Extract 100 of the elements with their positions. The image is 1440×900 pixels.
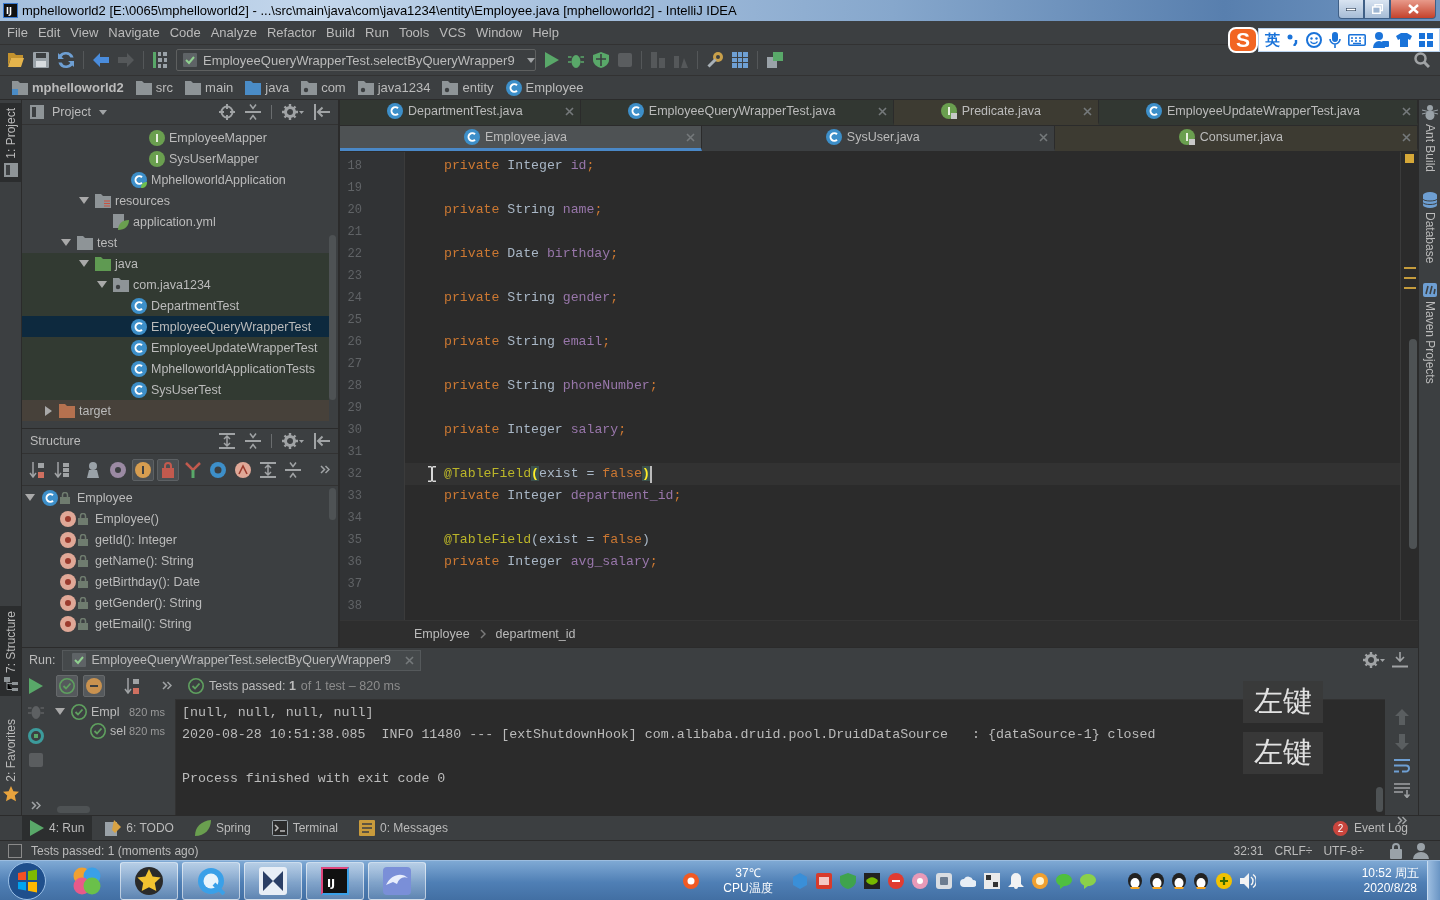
breadcrumb-item[interactable]: com <box>299 80 348 95</box>
input-mode-toggle[interactable]: 英 <box>1265 30 1280 50</box>
tool-window-tab[interactable]: 6: TODO <box>97 816 182 840</box>
more-icon[interactable] <box>31 801 41 810</box>
bell-icon[interactable] <box>1007 872 1024 889</box>
toolbar-toggle[interactable] <box>132 458 154 481</box>
editor-tab[interactable]: Consumer.java <box>1054 126 1418 151</box>
hide-panel-icon[interactable] <box>314 433 330 449</box>
grid-icon[interactable] <box>732 52 748 68</box>
menu-item[interactable]: Navigate <box>103 25 165 40</box>
penguin-icon[interactable] <box>1127 872 1142 889</box>
minimize-icon[interactable] <box>1392 652 1408 668</box>
editor-tab[interactable]: Predicate.java <box>893 100 1099 125</box>
locate-icon[interactable] <box>219 104 235 120</box>
close-icon[interactable] <box>877 106 887 116</box>
tree-item[interactable]: Employee() <box>22 508 329 529</box>
run-configuration-dropdown[interactable]: EmployeeQueryWrapperTest.selectByQueryWrapper9 <box>176 49 536 71</box>
menu-item[interactable]: Build <box>321 25 360 40</box>
file-encoding[interactable]: UTF-8÷ <box>1323 843 1364 858</box>
penguin-icon[interactable] <box>1193 872 1208 889</box>
tree-item[interactable]: application.yml <box>22 211 329 232</box>
tree-item[interactable]: getGender(): String <box>22 592 329 613</box>
line-separator[interactable]: CRLF÷ <box>1274 843 1313 858</box>
test-run-node[interactable]: sel 820 ms <box>50 721 175 740</box>
tree-item[interactable]: SysUserTest <box>22 379 329 400</box>
keyboard-icon[interactable] <box>1348 34 1366 46</box>
open-folder-icon[interactable] <box>8 53 24 67</box>
tree-item[interactable]: Employee <box>22 487 329 508</box>
shield-icon[interactable] <box>593 52 609 68</box>
close-button[interactable] <box>1390 0 1436 19</box>
test-run-node[interactable]: Empl 820 ms <box>50 702 175 721</box>
tray-app-icon[interactable] <box>887 872 904 889</box>
tree-item[interactable]: getBirthday(): Date <box>22 571 329 592</box>
close-icon[interactable] <box>1082 106 1092 116</box>
taskbar-app[interactable] <box>244 861 302 900</box>
close-icon[interactable] <box>1402 132 1411 142</box>
event-log-button[interactable]: 2 Event Log <box>1332 820 1408 836</box>
menu-item[interactable]: Refactor <box>261 25 322 40</box>
editor-tab[interactable]: Employee.java <box>340 126 702 151</box>
tool-window-button[interactable]: 1: Project <box>0 103 21 182</box>
tool-window-tab[interactable]: Terminal <box>263 816 346 840</box>
scrollbar-thumb[interactable] <box>1409 339 1417 549</box>
play-icon[interactable] <box>545 52 559 68</box>
breadcrumb-item[interactable]: java <box>243 80 292 95</box>
menu-item[interactable]: Code <box>164 25 206 40</box>
tool-window-button[interactable]: Ant Build <box>1419 104 1440 173</box>
tool-window-button[interactable]: 7: Structure <box>0 606 21 697</box>
person-icon[interactable] <box>1413 842 1429 859</box>
run-tab[interactable]: EmployeeQueryWrapperTest.selectByQueryWrapper9 <box>62 649 422 671</box>
lock-icon[interactable] <box>1390 842 1402 859</box>
tray-app-icon[interactable] <box>911 872 928 889</box>
taskbar-app[interactable]: IJ <box>306 861 364 900</box>
tool-window-tab[interactable]: Spring <box>186 816 259 840</box>
menu-item[interactable]: Help <box>527 25 564 40</box>
settings-icon[interactable] <box>1363 652 1385 668</box>
window-icon[interactable] <box>983 872 1000 889</box>
shirt-icon[interactable] <box>1396 33 1412 47</box>
penguin-icon[interactable] <box>1171 872 1186 889</box>
scrollbar-thumb[interactable] <box>1376 787 1383 812</box>
tree-item[interactable]: EmployeeUpdateWrapperTest <box>22 337 329 358</box>
tree-item[interactable]: resources <box>22 190 329 211</box>
tray-app-icon[interactable] <box>935 872 952 889</box>
triangle-down-icon[interactable] <box>97 281 107 288</box>
microphone-icon[interactable] <box>1329 32 1341 48</box>
tree-item[interactable]: target <box>22 400 329 421</box>
editor-tab[interactable]: DepartmentTest.java <box>340 100 581 125</box>
tool-windows-icon[interactable] <box>8 843 22 858</box>
more-icon[interactable] <box>162 681 172 690</box>
triangle-down-icon[interactable] <box>61 239 71 246</box>
settings-icon[interactable] <box>282 104 304 120</box>
tree-item[interactable]: getName(): String <box>22 550 329 571</box>
tree-item[interactable]: java <box>22 253 329 274</box>
tray-app-icon[interactable] <box>815 872 832 889</box>
breadcrumb-item[interactable]: entity <box>440 80 496 95</box>
tree-item[interactable]: SysUserMapper <box>22 148 329 169</box>
filter-toggle[interactable] <box>83 674 105 697</box>
menu-item[interactable]: Edit <box>32 25 66 40</box>
more-icon[interactable] <box>320 465 330 474</box>
rerun-icon[interactable] <box>28 728 44 744</box>
tray-app-icon[interactable] <box>683 872 700 889</box>
expand-all-icon[interactable] <box>219 433 235 449</box>
breadcrumb-item[interactable]: Employee <box>503 79 586 96</box>
triangle-down-icon[interactable] <box>25 494 35 501</box>
speaker-icon[interactable] <box>1239 872 1256 889</box>
menu-item[interactable]: VCS <box>434 25 471 40</box>
sync-icon[interactable] <box>58 52 74 68</box>
tree-item[interactable]: EmployeeMapper <box>22 127 329 148</box>
close-icon[interactable] <box>564 106 574 116</box>
tree-item[interactable]: com.java1234 <box>22 274 329 295</box>
wrench-icon[interactable] <box>707 52 723 68</box>
settings-icon[interactable] <box>282 433 304 449</box>
close-icon[interactable] <box>1402 106 1412 116</box>
more-icon[interactable] <box>1396 816 1407 825</box>
menu-item[interactable]: File <box>2 25 33 40</box>
restore-button[interactable] <box>1364 0 1390 19</box>
hide-panel-icon[interactable] <box>314 104 330 120</box>
caret-position[interactable]: 32:31 <box>1233 843 1264 858</box>
breadcrumb-item[interactable]: java1234 <box>355 80 433 95</box>
bug-icon[interactable] <box>568 52 584 68</box>
breadcrumb-item[interactable]: main <box>183 80 236 95</box>
